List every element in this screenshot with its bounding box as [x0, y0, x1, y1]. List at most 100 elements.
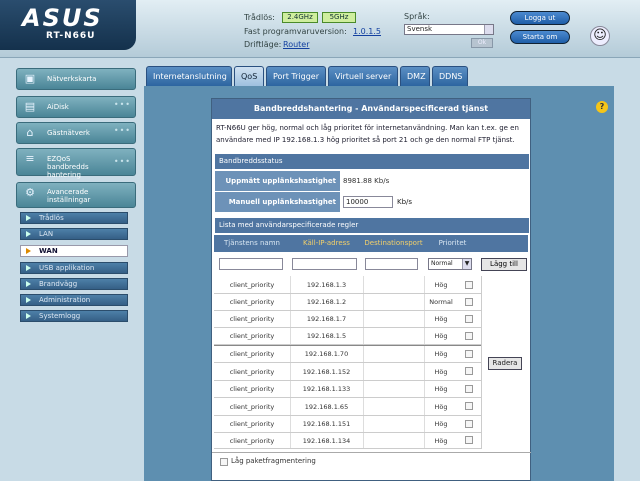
logout-button[interactable]: Logga ut [510, 11, 570, 25]
sidebar-item-guest-network[interactable]: ⌂ Gästnätverk ••• [16, 122, 136, 144]
mode-label: Driftläge: [244, 40, 282, 49]
sidebar-sub-wireless[interactable]: Trådlös [20, 212, 128, 224]
page-title: Bandbreddshantering - Användarspecificer… [212, 99, 530, 119]
manual-bandwidth-row: Manuell upplänkshastighet 10000 Kb/s [215, 192, 529, 212]
destination-port-input[interactable] [365, 258, 418, 270]
chevron-down-icon: ▼ [462, 259, 471, 269]
rule-source-ip: 192.168.1.70 [304, 350, 349, 358]
rule-priority: Hög [434, 403, 448, 411]
firmware-link[interactable]: 1.0.1.5 [353, 27, 381, 36]
measured-bandwidth-row: Uppmätt upplänkshastighet 8981.88 Kb/s [215, 171, 529, 191]
manual-bandwidth-input[interactable]: 10000 [343, 196, 393, 208]
rule-priority: Hög [434, 315, 448, 323]
rules-column-header: Tjänstens namn Käll-IP-adress Destinatio… [214, 235, 528, 252]
service-name-input[interactable] [219, 258, 283, 270]
table-row: client_priority 192.168.1.7 Hög [214, 311, 481, 328]
mode-link[interactable]: Router [283, 40, 310, 49]
rule-select-checkbox[interactable] [465, 367, 473, 375]
sidebar-item-label: AiDisk [47, 103, 69, 111]
table-row: client_priority 192.168.1.151 Hög [214, 416, 481, 433]
logo-panel: ASUS RT-N66U [0, 0, 136, 50]
help-icon[interactable]: ? [596, 101, 608, 113]
tab-port-trigger[interactable]: Port Trigger [266, 66, 326, 86]
arrow-right-icon [26, 215, 31, 221]
language-value: Svensk [407, 25, 433, 33]
freq-5-badge[interactable]: 5GHz [322, 12, 356, 23]
sidebar-sub-firewall[interactable]: Brandvägg [20, 278, 128, 290]
table-row: client_priority 192.168.1.2 Normal [214, 294, 481, 311]
rule-source-ip: 192.168.1.5 [306, 332, 347, 340]
manual-bandwidth-unit: Kb/s [397, 198, 413, 206]
sidebar-sub-label: Trådlös [39, 214, 64, 222]
priority-select[interactable]: Normal ▼ [428, 258, 472, 270]
tab-ddns[interactable]: DDNS [432, 66, 468, 86]
rule-service-name: client_priority [229, 315, 275, 323]
tab-dmz[interactable]: DMZ [400, 66, 430, 86]
sidebar-item-label: EZQoS bandbredds hantering [47, 155, 89, 179]
sidebar-item-advanced[interactable]: ⚙ Avancerade inställningar [16, 182, 136, 208]
rule-service-name: client_priority [229, 298, 275, 306]
low-fragmentation-checkbox[interactable] [220, 458, 228, 466]
arrow-right-icon [26, 231, 31, 237]
table-row: client_priority 192.168.1.134 Hög [214, 433, 481, 449]
rule-source-ip: 192.168.1.134 [302, 437, 351, 445]
rule-priority: Hög [434, 368, 448, 376]
rule-select-checkbox[interactable] [465, 420, 473, 428]
sidebar-item-ezqos[interactable]: ≡ EZQoS bandbredds hantering ••• [16, 148, 136, 179]
sidebar-sub-administration[interactable]: Administration [20, 294, 128, 306]
add-rule-button[interactable]: Lägg till [481, 258, 527, 271]
reboot-button[interactable]: Starta om [510, 30, 570, 44]
low-fragmentation-label: Låg paketfragmentering [231, 457, 316, 465]
freq-24-badge[interactable]: 2.4GHz [282, 12, 318, 23]
divider [212, 452, 531, 453]
arrow-right-icon [26, 313, 31, 319]
network-map-icon: ▣ [24, 72, 36, 85]
sidebar-item-aidisk[interactable]: ▤ AiDisk ••• [16, 96, 136, 118]
sidebar-sub-usb[interactable]: USB applikation [20, 262, 128, 274]
source-ip-input[interactable] [292, 258, 357, 270]
smiley-icon: ☺ [590, 26, 610, 46]
table-row: client_priority 192.168.1.152 Hög [214, 363, 481, 381]
table-row: client_priority 192.168.1.3 Hög [214, 277, 481, 294]
tab-qos[interactable]: QoS [234, 66, 264, 86]
sidebar-sub-wan[interactable]: WAN [20, 245, 128, 257]
sidebar-item-network-map[interactable]: ▣ Nätverkskarta [16, 68, 136, 90]
wireless-label: Trådlös: [244, 13, 275, 22]
rule-priority: Hög [434, 437, 448, 445]
sidebar-sub-label: Systemlogg [39, 312, 81, 320]
chevron-down-icon [484, 25, 493, 34]
sidebar-sub-label: WAN [39, 247, 58, 255]
rule-select-checkbox[interactable] [465, 385, 473, 393]
rule-priority: Hög [434, 281, 448, 289]
arrow-right-icon [26, 265, 31, 271]
rule-select-checkbox[interactable] [465, 436, 473, 444]
rule-select-checkbox[interactable] [465, 332, 473, 340]
sidebar-sub-label: Administration [39, 296, 91, 304]
sidebar: ▣ Nätverkskarta ▤ AiDisk ••• ⌂ Gästnätve… [0, 58, 140, 481]
delete-rule-button[interactable]: Radera [488, 357, 522, 370]
dots-icon: ••• [113, 157, 131, 166]
measured-bandwidth-value: 8981.88 Kb/s [343, 177, 390, 185]
sidebar-sub-lan[interactable]: LAN [20, 228, 128, 240]
priority-select-value: Normal [431, 260, 453, 267]
rule-service-name: client_priority [229, 437, 275, 445]
table-row: client_priority 192.168.1.70 Hög [214, 346, 481, 363]
language-select[interactable]: Svensk [404, 24, 494, 35]
rule-select-checkbox[interactable] [465, 298, 473, 306]
col-service: Tjänstens namn [224, 239, 280, 247]
language-label: Språk: [404, 12, 430, 21]
rule-select-checkbox[interactable] [465, 350, 473, 358]
bandwidth-status-header: Bandbreddsstatus [215, 154, 529, 169]
tab-internet[interactable]: Internetanslutning [146, 66, 232, 86]
sidebar-sub-label: USB applikation [39, 264, 95, 272]
sidebar-sub-syslog[interactable]: Systemlogg [20, 310, 128, 322]
rule-select-checkbox[interactable] [465, 315, 473, 323]
language-apply-button[interactable]: Ok [471, 38, 493, 48]
rule-select-checkbox[interactable] [465, 281, 473, 289]
arrow-right-icon [26, 248, 31, 254]
rule-source-ip: 192.168.1.2 [306, 298, 347, 306]
asus-logo: ASUS [22, 4, 103, 32]
tab-virtual-server[interactable]: Virtuell server [328, 66, 398, 86]
arrow-right-icon [26, 297, 31, 303]
rule-select-checkbox[interactable] [465, 402, 473, 410]
